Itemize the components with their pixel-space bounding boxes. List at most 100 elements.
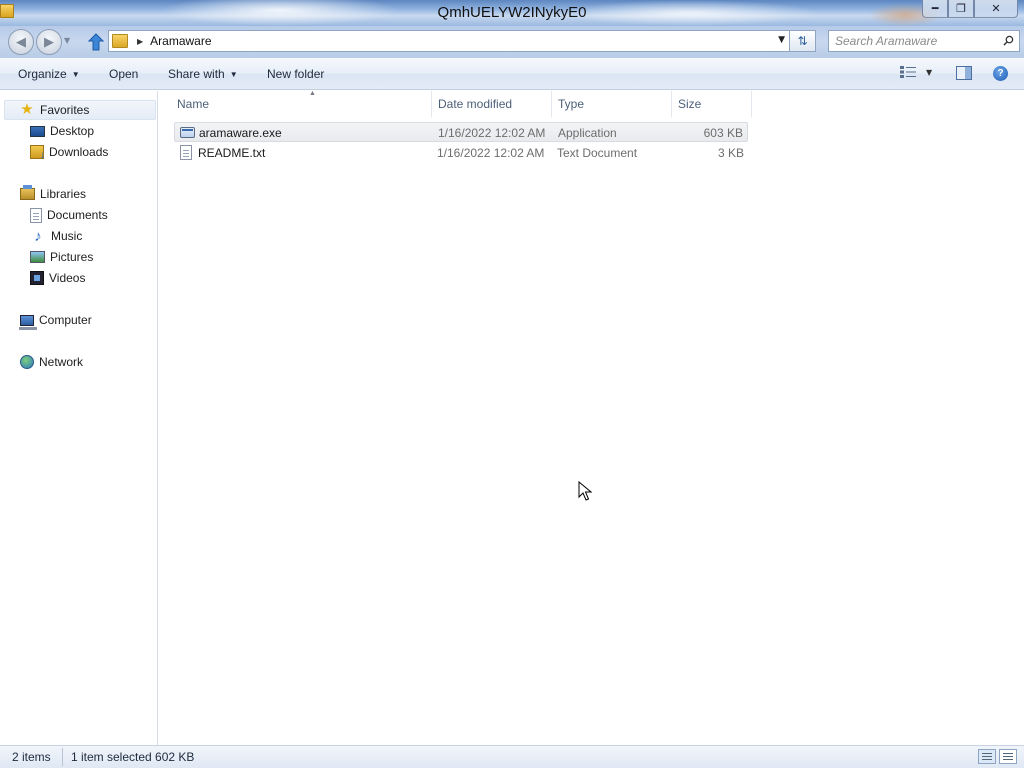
view-options-icon <box>900 66 916 78</box>
file-name: README.txt <box>198 146 266 160</box>
preview-pane-button[interactable] <box>956 66 972 80</box>
desktop-icon <box>30 125 45 137</box>
share-with-menu[interactable]: Share with ▼ <box>168 67 238 81</box>
refresh-icon: ⇅ <box>797 34 808 48</box>
status-bar: 2 items 1 item selected 602 KB <box>0 745 1024 768</box>
nav-videos[interactable]: Videos <box>30 268 85 288</box>
nav-label: Videos <box>49 271 86 285</box>
command-bar: Organize ▼ Open Share with ▼ New folder … <box>0 58 1024 90</box>
organize-menu[interactable]: Organize ▼ <box>18 67 80 81</box>
help-icon[interactable]: ? <box>993 66 1008 81</box>
mouse-pointer-icon <box>578 481 592 501</box>
file-list: Name ▲ Date modified Type Size aramaware… <box>159 90 1024 745</box>
new-folder-button[interactable]: New folder <box>267 67 324 81</box>
file-type: Application <box>558 126 617 140</box>
close-icon: ✕ <box>991 2 1001 15</box>
search-icon[interactable] <box>1003 35 1014 46</box>
nav-documents[interactable]: Documents <box>30 205 108 225</box>
nav-desktop[interactable]: Desktop <box>30 121 94 141</box>
documents-icon <box>30 207 42 223</box>
details-view-icon[interactable] <box>978 749 996 764</box>
chevron-down-icon[interactable]: ▼ <box>926 68 932 77</box>
close-button[interactable]: ✕ <box>974 0 1018 18</box>
nav-libraries[interactable]: Libraries <box>20 184 86 204</box>
nav-label: Libraries <box>40 187 87 201</box>
address-bar-row: ◀ ▶ ▼ ▶ Aramaware ▼ ⇅ <box>0 26 1024 58</box>
pictures-icon <box>30 251 45 263</box>
file-name: aramaware.exe <box>199 126 282 140</box>
open-button[interactable]: Open <box>109 67 138 81</box>
nav-label: Documents <box>47 208 108 222</box>
column-header-size[interactable]: Size <box>672 91 752 117</box>
title-bar: QmhUELYW2INykyE0 ━ ❐ ✕ <box>0 0 1024 26</box>
network-icon <box>20 355 34 369</box>
recent-pages-dropdown[interactable]: ▼ <box>64 36 70 45</box>
share-with-label: Share with <box>168 67 225 81</box>
file-size: 3 KB <box>717 146 744 160</box>
address-history-dropdown[interactable]: ▼ <box>778 35 785 45</box>
file-size: 603 KB <box>703 126 743 140</box>
nav-label: Network <box>39 355 84 369</box>
navigation-pane: ★ Favorites Desktop Downloads Libraries … <box>0 91 158 745</box>
nav-label: Music <box>51 229 83 243</box>
sort-ascending-icon: ▲ <box>309 90 316 97</box>
large-icons-view-icon[interactable] <box>999 749 1017 764</box>
downloads-icon <box>30 145 45 161</box>
organize-label: Organize <box>18 67 67 81</box>
back-arrow-icon: ◀ <box>16 34 26 50</box>
libraries-icon <box>20 185 35 200</box>
up-arrow-icon <box>88 33 104 51</box>
refresh-button[interactable]: ⇅ <box>790 30 816 52</box>
selection-summary: 1 item selected 602 KB <box>71 750 195 764</box>
nav-label: Pictures <box>50 250 94 264</box>
column-label: Size <box>678 97 702 111</box>
column-header-name[interactable]: Name ▲ <box>171 90 432 117</box>
forward-button[interactable]: ▶ <box>36 29 62 55</box>
nav-music[interactable]: ♪ Music <box>30 226 82 246</box>
music-icon: ♪ <box>34 227 42 245</box>
back-button[interactable]: ◀ <box>8 29 34 55</box>
nav-label: Desktop <box>50 124 95 138</box>
maximize-button[interactable]: ❐ <box>948 0 974 18</box>
item-count: 2 items <box>12 750 51 764</box>
nav-downloads[interactable]: Downloads <box>30 142 108 162</box>
file-row[interactable]: README.txt 1/16/2022 12:02 AM Text Docum… <box>174 143 748 163</box>
nav-favorites[interactable]: ★ Favorites <box>4 100 156 120</box>
file-date-modified: 1/16/2022 12:02 AM <box>438 126 546 140</box>
file-row[interactable]: aramaware.exe 1/16/2022 12:02 AM Applica… <box>174 122 748 142</box>
address-bar[interactable]: ▶ Aramaware ▼ <box>108 30 790 52</box>
column-label: Type <box>558 97 585 111</box>
application-icon <box>180 127 195 138</box>
up-folder-button[interactable] <box>86 31 106 53</box>
maximize-icon: ❐ <box>956 2 966 15</box>
minimize-button[interactable]: ━ <box>922 0 948 18</box>
text-file-icon <box>180 145 192 160</box>
star-icon: ★ <box>20 101 34 118</box>
column-label: Name <box>177 97 210 111</box>
nav-computer[interactable]: Computer <box>19 310 92 330</box>
nav-label: Downloads <box>49 145 109 159</box>
file-date-modified: 1/16/2022 12:02 AM <box>437 146 545 160</box>
change-view-button[interactable]: ▼ <box>900 66 932 78</box>
column-header-type[interactable]: Type <box>552 91 672 117</box>
breadcrumb-chevron-icon[interactable]: ▶ <box>137 37 143 46</box>
chevron-down-icon: ▼ <box>71 69 80 79</box>
chevron-down-icon: ▼ <box>229 69 238 79</box>
folder-icon <box>112 34 128 48</box>
computer-icon <box>19 314 37 330</box>
window-title: QmhUELYW2INykyE0 <box>437 4 587 21</box>
search-input[interactable] <box>835 34 1001 48</box>
nav-pictures[interactable]: Pictures <box>30 247 93 267</box>
status-view-switcher <box>978 749 1020 764</box>
column-label: Date modified <box>438 97 513 111</box>
window-controls: ━ ❐ ✕ <box>922 0 1018 18</box>
videos-icon <box>30 271 44 285</box>
status-divider <box>62 748 63 766</box>
nav-network[interactable]: Network <box>20 352 83 372</box>
nav-label: Favorites <box>40 103 90 117</box>
nav-label: Computer <box>39 313 92 327</box>
column-header-date-modified[interactable]: Date modified <box>432 91 552 117</box>
breadcrumb-item[interactable]: Aramaware <box>150 34 211 48</box>
search-box[interactable] <box>828 30 1020 52</box>
forward-arrow-icon: ▶ <box>44 34 54 50</box>
